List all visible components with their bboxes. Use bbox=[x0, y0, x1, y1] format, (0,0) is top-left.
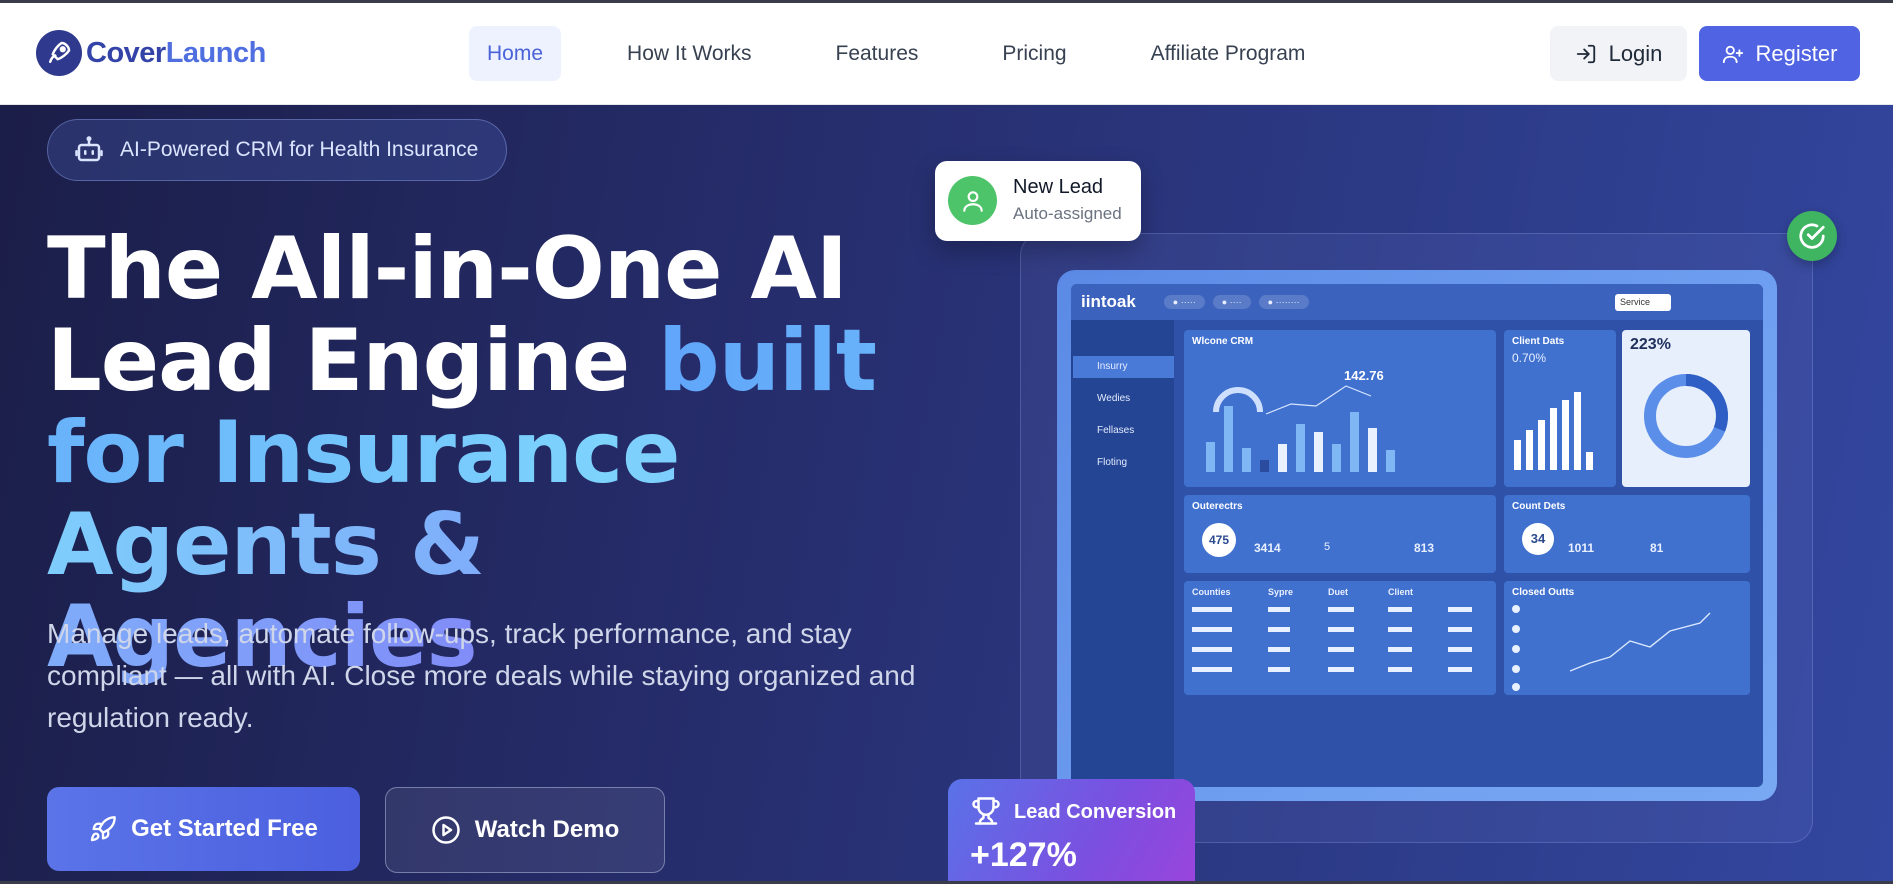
table-col-header: Counties bbox=[1192, 587, 1231, 597]
dashboard-side-item: Floting bbox=[1097, 457, 1128, 468]
welcome-title: Wlcone CRM bbox=[1192, 336, 1254, 347]
stat-2: 5 bbox=[1324, 541, 1331, 553]
table-header: Counties Sypre Duet Client bbox=[1192, 587, 1488, 597]
overview-num: 475 bbox=[1202, 523, 1236, 557]
count-title: Count Dets bbox=[1512, 501, 1566, 512]
hero-section: AI-Powered CRM for Health Insurance The … bbox=[0, 105, 1893, 884]
dashboard-brand: iintoak bbox=[1081, 292, 1136, 311]
table-col-header: Duet bbox=[1328, 587, 1348, 597]
dashboard-side-item: Insurry bbox=[1073, 356, 1174, 378]
watch-demo-button[interactable]: Watch Demo bbox=[385, 787, 665, 873]
logo[interactable]: CoverLaunch bbox=[36, 30, 266, 76]
lead-conversion-card: Lead Conversion +127% bbox=[948, 779, 1195, 884]
client-data-title: Client Dats bbox=[1512, 336, 1565, 347]
conversion-title: Lead Conversion bbox=[1014, 801, 1177, 823]
user-plus-icon bbox=[1722, 43, 1744, 65]
dashboard-side-item: Fellases bbox=[1097, 425, 1135, 436]
dashboard-chip: ● ···· bbox=[1212, 295, 1251, 309]
register-label: Register bbox=[1755, 40, 1838, 66]
table-col-header: Sypre bbox=[1268, 587, 1294, 597]
closed-chart bbox=[1512, 605, 1711, 691]
count-val-1: 1011 bbox=[1568, 541, 1595, 555]
login-icon bbox=[1575, 43, 1597, 65]
hero-subtext: Manage leads, automate follow-ups, track… bbox=[47, 618, 916, 733]
get-started-label: Get Started Free bbox=[131, 815, 318, 842]
closed-title: Closed Outts bbox=[1512, 587, 1575, 598]
table-col-header: Client bbox=[1388, 587, 1414, 597]
trophy-icon bbox=[971, 796, 1001, 831]
client-data-pct: 0.70% bbox=[1512, 351, 1547, 365]
get-started-button[interactable]: Get Started Free bbox=[47, 787, 360, 871]
dashboard-client-card: Client Dats 0.70% bbox=[1504, 330, 1616, 487]
check-circle-icon bbox=[1787, 211, 1837, 261]
nav-pricing[interactable]: Pricing bbox=[984, 26, 1084, 81]
user-icon bbox=[948, 176, 997, 225]
login-button[interactable]: Login bbox=[1550, 26, 1687, 81]
welcome-chart bbox=[1206, 385, 1395, 472]
table-rows bbox=[1192, 607, 1472, 672]
logo-text: CoverLaunch bbox=[86, 36, 266, 69]
new-lead-sub: Auto-assigned bbox=[1013, 204, 1122, 223]
login-label: Login bbox=[1608, 40, 1663, 66]
dashboard-topbar: iintoak ● ····· ● ···· ● ········ Servic… bbox=[1071, 284, 1763, 320]
register-button[interactable]: Register bbox=[1699, 26, 1860, 81]
play-circle-icon bbox=[431, 815, 461, 845]
dashboard-chip: ● ····· bbox=[1163, 295, 1205, 309]
nav-affiliate-program[interactable]: Affiliate Program bbox=[1133, 26, 1324, 81]
stat-3: 813 bbox=[1414, 541, 1435, 555]
dashboard-count-card: Count Dets 34 1011 81 bbox=[1504, 495, 1750, 573]
nav-features[interactable]: Features bbox=[818, 26, 937, 81]
watch-demo-label: Watch Demo bbox=[474, 816, 620, 843]
nav-how-it-works[interactable]: How It Works bbox=[609, 26, 769, 81]
dashboard-donut-card: 223% bbox=[1622, 330, 1750, 487]
client-bars bbox=[1514, 392, 1593, 470]
overview-title: Outerectrs bbox=[1192, 501, 1243, 512]
donut-pct: 223% bbox=[1630, 336, 1671, 353]
new-lead-title: New Lead bbox=[1013, 176, 1104, 198]
dashboard-chip: ● ········ bbox=[1258, 295, 1309, 309]
conversion-value: +127% bbox=[970, 836, 1077, 874]
site-header: CoverLaunch Home How It Works Features P… bbox=[0, 3, 1893, 105]
ai-crm-pill: AI-Powered CRM for Health Insurance bbox=[47, 119, 507, 181]
dashboard-closed-card: Closed Outts bbox=[1504, 581, 1750, 695]
dashboard-welcome-card: Wlcone CRM 142.76 bbox=[1184, 330, 1496, 487]
stat-1: 3414 bbox=[1254, 541, 1281, 555]
nav-home[interactable]: Home bbox=[469, 26, 562, 81]
rocket-icon bbox=[89, 815, 117, 843]
dashboard-app: iintoak ● ····· ● ···· ● ········ Servic… bbox=[1071, 284, 1763, 787]
count-val-2: 81 bbox=[1650, 541, 1664, 555]
dashboard-overview-card: Outerectrs 475 3414 5 813 bbox=[1184, 495, 1496, 573]
main-nav: Home How It Works Features Pricing Affil… bbox=[469, 26, 1371, 81]
count-num: 34 bbox=[1522, 523, 1554, 555]
dashboard-search: Service bbox=[1615, 294, 1671, 311]
new-lead-card: New Lead Auto-assigned bbox=[935, 161, 1141, 241]
rocket-icon bbox=[36, 30, 82, 76]
dashboard-screenshot: iintoak ● ····· ● ···· ● ········ Servic… bbox=[1057, 270, 1777, 801]
pill-label: AI-Powered CRM for Health Insurance bbox=[120, 138, 479, 161]
dashboard-side-item: Wedies bbox=[1097, 393, 1131, 404]
donut-chart bbox=[1644, 374, 1728, 458]
dashboard-sidebar: Insurry Wedies Fellases Floting bbox=[1071, 320, 1174, 787]
dashboard-table-card: Counties Sypre Duet Client bbox=[1184, 581, 1496, 695]
robot-icon bbox=[74, 135, 104, 165]
